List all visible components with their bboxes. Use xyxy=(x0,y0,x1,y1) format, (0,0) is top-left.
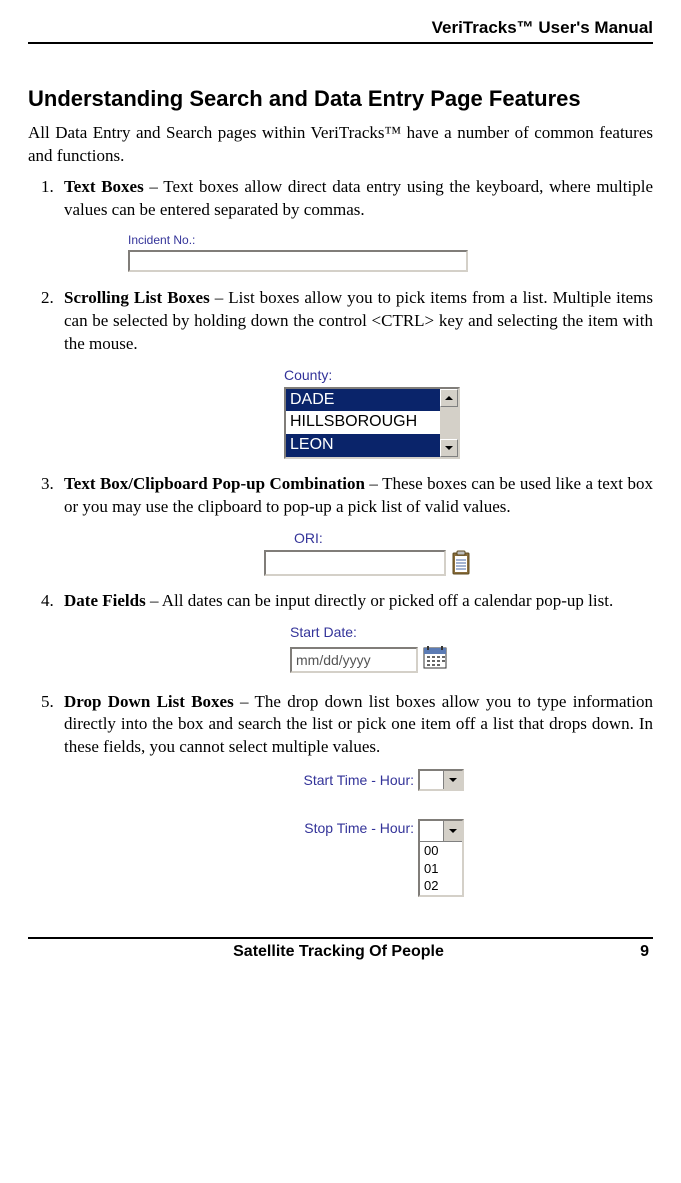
figure-dropdown: Start Time - Hour: Stop Time - Hour: xyxy=(244,769,524,897)
list-item: Text Box/Clipboard Pop-up Combination – … xyxy=(58,473,653,576)
start-time-label: Start Time - Hour: xyxy=(244,771,418,790)
dropdown-button[interactable] xyxy=(443,821,462,841)
scroll-down-button[interactable] xyxy=(440,439,458,457)
desc: – Text boxes allow direct data entry usi… xyxy=(64,177,653,219)
term: Text Boxes xyxy=(64,177,144,196)
feature-list: Text Boxes – Text boxes allow direct dat… xyxy=(28,176,653,897)
figure-clipboard-combo: ORI: xyxy=(264,529,494,576)
list-item: Drop Down List Boxes – The drop down lis… xyxy=(58,691,653,897)
footer-text: Satellite Tracking Of People xyxy=(58,943,619,961)
chevron-down-icon xyxy=(445,446,453,450)
chevron-up-icon xyxy=(445,396,453,400)
desc: – All dates can be input directly or pic… xyxy=(146,591,614,610)
start-time-value xyxy=(420,771,443,789)
county-listbox[interactable]: DADE HILLSBOROUGH LEON xyxy=(284,387,460,459)
list-item: Text Boxes – Text boxes allow direct dat… xyxy=(58,176,653,273)
scroll-up-button[interactable] xyxy=(440,389,458,407)
chevron-down-icon xyxy=(449,829,457,833)
stop-time-dropdown[interactable]: 00 01 02 xyxy=(418,819,464,897)
term: Text Box/Clipboard Pop-up Combination xyxy=(64,474,365,493)
scroll-track[interactable] xyxy=(440,407,458,439)
scrollbar[interactable] xyxy=(440,389,458,457)
incident-label: Incident No.: xyxy=(128,232,474,248)
dropdown-button[interactable] xyxy=(443,771,462,789)
document-page: VeriTracks™ User's Manual Understanding … xyxy=(0,0,681,975)
ori-label: ORI: xyxy=(264,529,494,548)
stop-time-value xyxy=(420,821,443,841)
ori-input[interactable] xyxy=(264,550,446,576)
start-date-input[interactable] xyxy=(290,647,418,673)
listbox-option[interactable]: LEON xyxy=(286,434,440,457)
county-label: County: xyxy=(284,366,466,385)
header-title: VeriTracks™ User's Manual xyxy=(28,18,653,42)
dropdown-option[interactable]: 01 xyxy=(420,860,462,878)
page-number: 9 xyxy=(619,943,653,961)
list-item: Scrolling List Boxes – List boxes allow … xyxy=(58,287,653,459)
page-footer: Satellite Tracking Of People 9 xyxy=(28,943,653,961)
dropdown-list: 00 01 02 xyxy=(420,842,462,895)
section-heading: Understanding Search and Data Entry Page… xyxy=(28,86,653,112)
list-item: Date Fields – All dates can be input dir… xyxy=(58,590,653,677)
figure-listbox: County: DADE HILLSBOROUGH LEON xyxy=(284,366,466,459)
figure-textbox: Incident No.: xyxy=(128,232,474,273)
calendar-icon[interactable] xyxy=(422,644,448,677)
listbox-option[interactable]: HILLSBOROUGH xyxy=(286,411,440,434)
chevron-down-icon xyxy=(449,778,457,782)
section-intro: All Data Entry and Search pages within V… xyxy=(28,122,653,168)
start-time-dropdown[interactable] xyxy=(418,769,464,791)
footer-rule xyxy=(28,937,653,939)
dropdown-option[interactable]: 02 xyxy=(420,877,462,895)
figure-date-field: Start Date: xyxy=(290,623,490,677)
incident-input[interactable] xyxy=(128,250,468,272)
dropdown-option[interactable]: 00 xyxy=(420,842,462,860)
header-rule xyxy=(28,42,653,44)
term: Scrolling List Boxes xyxy=(64,288,210,307)
term: Date Fields xyxy=(64,591,146,610)
clipboard-icon[interactable] xyxy=(450,550,472,576)
stop-time-label: Stop Time - Hour: xyxy=(244,819,418,838)
start-date-label: Start Date: xyxy=(290,623,490,642)
listbox-option[interactable]: DADE xyxy=(286,389,440,412)
term: Drop Down List Boxes xyxy=(64,692,234,711)
